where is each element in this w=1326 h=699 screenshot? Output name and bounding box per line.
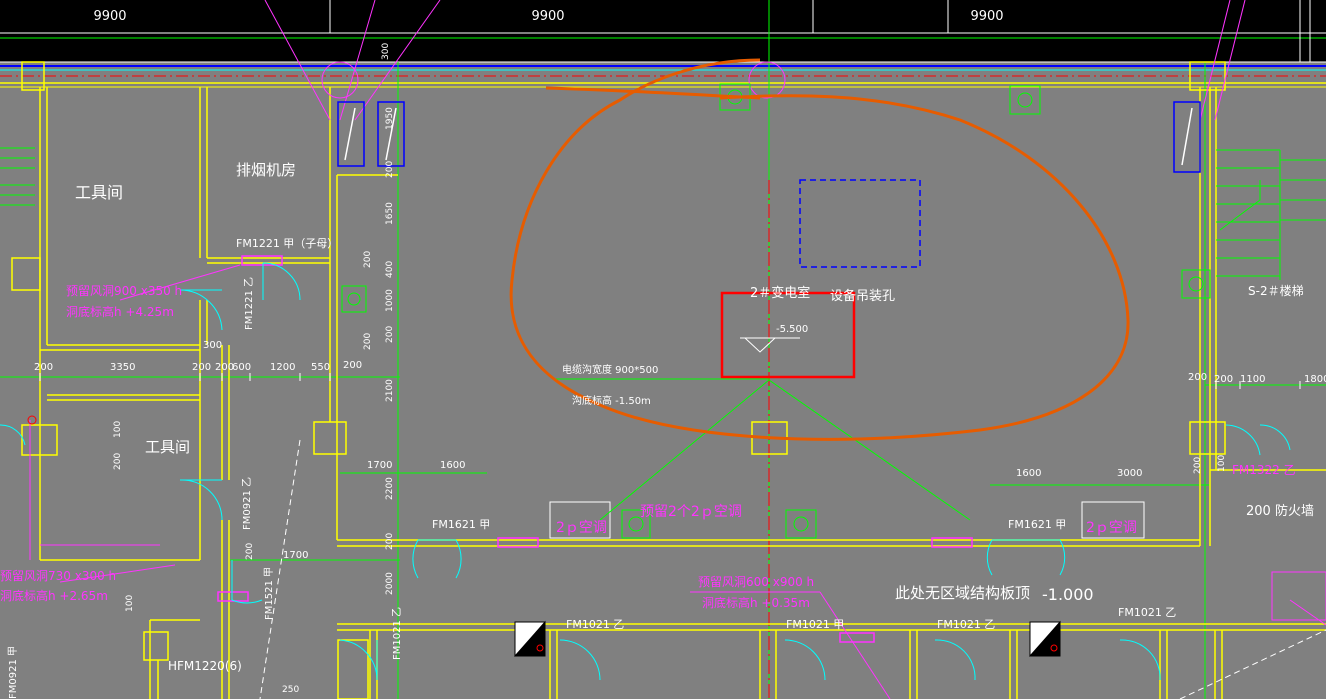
- vdim-100a: 100: [113, 421, 123, 438]
- room-hoist-hole: 设备吊装孔: [830, 288, 895, 304]
- vdim-200e: 200: [385, 533, 395, 550]
- ac-label-1: 2ｐ空调: [556, 520, 607, 536]
- vdim-1650: 1650: [385, 202, 395, 225]
- vdim-2100: 2100: [385, 379, 395, 402]
- vdim-1000: 1000: [385, 289, 395, 312]
- door-fm1021-2: FM1021 乙: [566, 618, 624, 631]
- duct2-size: 预留风洞730 x300 h: [0, 569, 116, 583]
- duct1-size: 预留风洞900 x350 h: [66, 284, 182, 298]
- vdim-2000: 2000: [385, 572, 395, 595]
- dim-3350: 3350: [110, 362, 135, 373]
- dim-1600b: 1600: [1016, 468, 1041, 479]
- door-fm1021-3: FM1021 甲: [786, 618, 844, 631]
- dim-1100: 1100: [1240, 374, 1265, 385]
- vdim-200d: 200: [363, 333, 373, 350]
- room-substation: 2＃变电室: [750, 285, 810, 301]
- room-tool-2: 工具间: [145, 438, 190, 456]
- vdim-2200: 2200: [385, 477, 395, 500]
- room-stair: S-2＃楼梯: [1248, 283, 1304, 298]
- door-hfm1220: HFM1220(6): [168, 659, 242, 673]
- dim-200e: 200: [1188, 372, 1207, 383]
- door-fm1521-v: FM1521 甲: [264, 567, 275, 620]
- vdim-200h: 200: [1193, 457, 1203, 474]
- dim-1200: 1200: [270, 362, 295, 373]
- dim-200b: 200: [192, 362, 211, 373]
- vdim-200b: 200: [363, 251, 373, 268]
- dim-1700a: 1700: [367, 460, 392, 471]
- dim-200d: 200: [343, 360, 362, 371]
- ac-label-2: 2ｐ空调: [1086, 520, 1137, 536]
- vdim-200g: 200: [245, 543, 255, 560]
- vdim-200c: 200: [385, 326, 395, 343]
- door-fm1621-a: FM1621 甲: [432, 518, 490, 531]
- door-fm1021-1: FM1021 乙: [391, 607, 403, 660]
- door-fm1021-5: FM1021 乙: [1118, 606, 1176, 619]
- vdim-250: 250: [282, 685, 299, 695]
- door-fm1221-v: FM1221 乙: [243, 277, 255, 330]
- dim-3000: 3000: [1117, 468, 1142, 479]
- dim-1800: 1800: [1304, 374, 1326, 385]
- duct3-level: 洞底标高h +0.35m: [702, 595, 810, 610]
- room-area-note: 此处无区域结构板顶: [895, 584, 1030, 602]
- door-fm1021-4: FM1021 乙: [937, 618, 995, 631]
- dim-top-1: 9900: [93, 9, 126, 24]
- dim-200a: 200: [34, 362, 53, 373]
- duct2-level: 洞底标高h +2.65m: [0, 588, 108, 603]
- vdim-300: 300: [381, 43, 391, 60]
- dim-1600a: 1600: [440, 460, 465, 471]
- duct3-size: 预留风洞600 x900 h: [698, 575, 814, 589]
- dim-300: 300: [203, 340, 222, 351]
- vdim-100b: 100: [1217, 455, 1227, 472]
- dim-top-3: 9900: [970, 9, 1003, 24]
- vdim-200a: 200: [385, 161, 395, 178]
- door-fm0921-bl: FM0921 甲: [8, 646, 19, 699]
- vdim-200f: 200: [113, 453, 123, 470]
- dim-top-2: 9900: [531, 9, 564, 24]
- dim-600: 600: [232, 362, 251, 373]
- elevation-value-2: -1.000: [1042, 585, 1094, 604]
- vdim-400: 400: [385, 261, 395, 278]
- room-fire-wall: 200 防火墙: [1246, 503, 1314, 519]
- elevation-value: -5.500: [776, 324, 808, 335]
- room-tool-1: 工具间: [75, 183, 123, 202]
- door-fm0921-v: FM0921 乙: [241, 477, 253, 530]
- cad-floor-plan: 9900 9900 9900 工具间 工具间 排烟机房 2＃变电室 设备吊装孔 …: [0, 0, 1326, 699]
- top-dimension-band: 9900 9900 9900: [0, 0, 1326, 63]
- door-fm1621-b: FM1621 甲: [1008, 518, 1066, 531]
- room-exhaust: 排烟机房: [236, 161, 296, 179]
- duct1-level: 洞底标高h +4.25m: [66, 304, 174, 319]
- dim-200f: 200: [1214, 374, 1233, 385]
- door-fm1221: FM1221 甲（子母）: [236, 237, 338, 250]
- door-fm1322: FM1322 乙: [1232, 463, 1296, 477]
- vdim-100c: 100: [125, 595, 135, 612]
- dim-550: 550: [311, 362, 330, 373]
- trench-level: 沟底标高 -1.50m: [572, 394, 651, 407]
- trench-size: 电缆沟宽度 900*500: [562, 363, 658, 376]
- vdim-1950: 1950: [385, 107, 395, 130]
- dim-1700b: 1700: [283, 550, 308, 561]
- ac-label-3: 预留2个2ｐ空调: [640, 504, 742, 520]
